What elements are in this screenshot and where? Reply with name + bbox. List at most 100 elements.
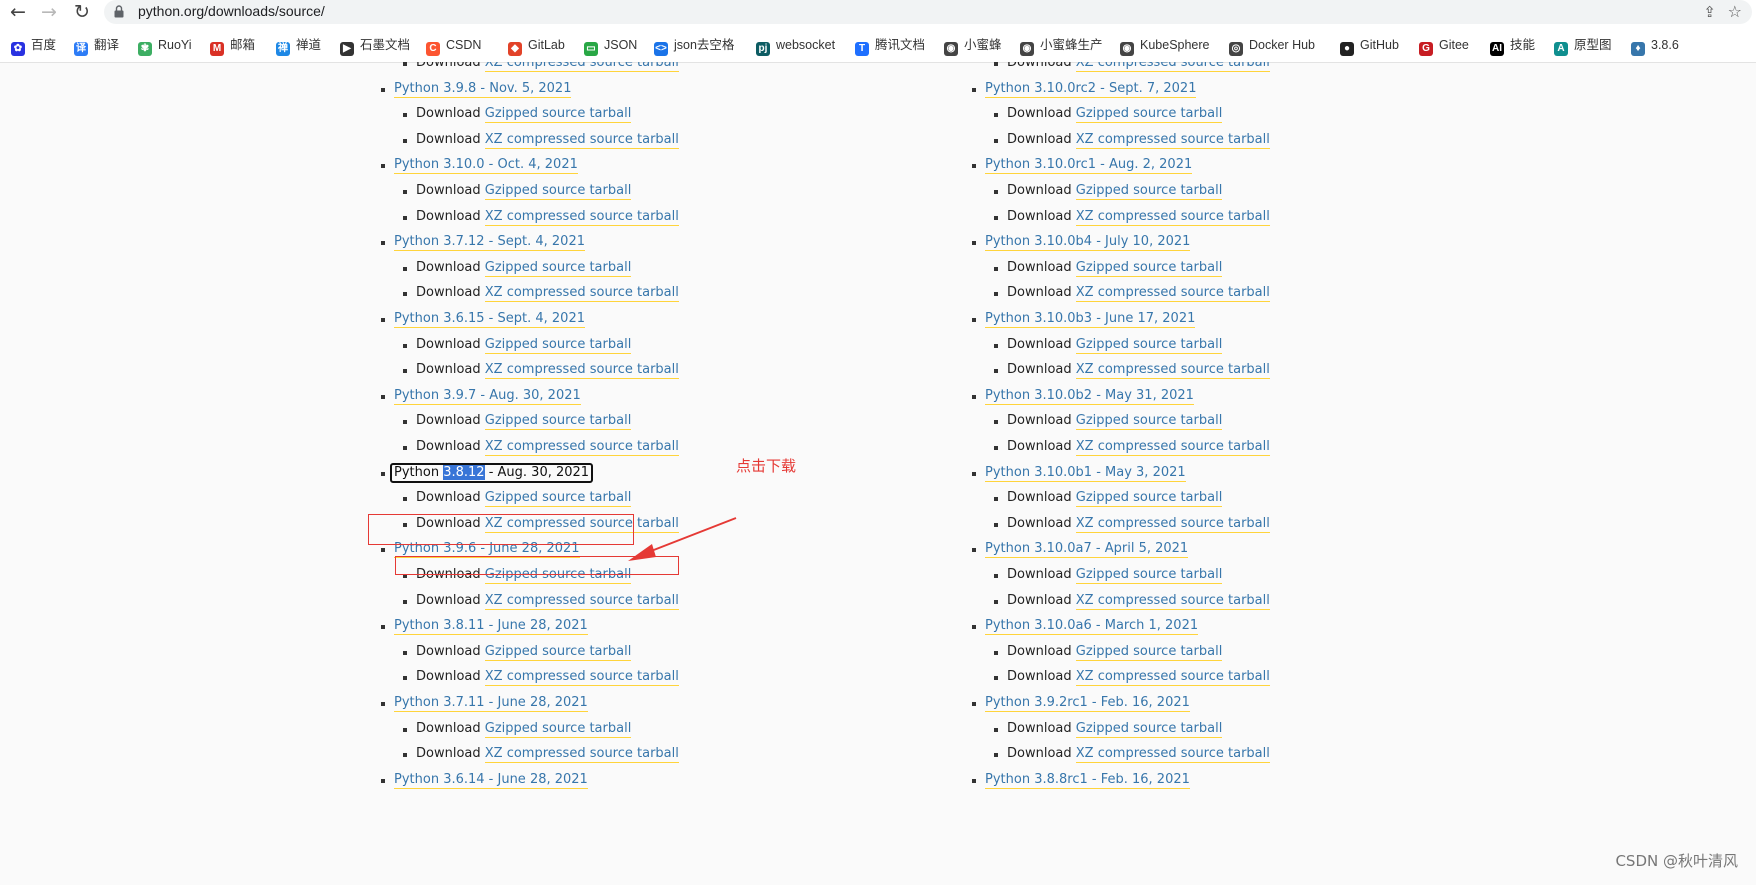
- download-label: Download: [416, 490, 481, 505]
- bookmark-item[interactable]: ◉ 小蜜蜂生产: [1020, 36, 1103, 56]
- download-item: Download XZ compressed source tarball: [972, 437, 1270, 457]
- bookmark-item[interactable]: ◉ KubeSphere: [1120, 36, 1210, 56]
- bookmark-item[interactable]: ▭ JSON: [584, 36, 637, 56]
- gzipped-tarball-link[interactable]: Gzipped source tarball: [484, 721, 632, 738]
- xz-tarball-link[interactable]: XZ compressed source tarball: [1075, 62, 1270, 72]
- forward-arrow-icon[interactable]: →: [38, 1, 60, 23]
- bookmark-item[interactable]: A 原型图: [1554, 36, 1612, 56]
- bookmark-item[interactable]: <> json去空格: [654, 36, 734, 56]
- bookmark-item[interactable]: pj websocket: [756, 36, 835, 56]
- gzipped-tarball-link[interactable]: Gzipped source tarball: [484, 106, 632, 123]
- xz-tarball-link[interactable]: XZ compressed source tarball: [1075, 746, 1270, 763]
- list-bullet: [972, 779, 976, 783]
- release-link[interactable]: Python 3.9.2rc1 - Feb. 16, 2021: [985, 695, 1190, 712]
- xz-tarball-link[interactable]: XZ compressed source tarball: [1075, 669, 1270, 686]
- xz-tarball-link[interactable]: XZ compressed source tarball: [484, 362, 679, 379]
- list-bullet: [994, 344, 998, 348]
- bookmark-item[interactable]: M 邮箱: [210, 36, 255, 56]
- release-link[interactable]: Python 3.8.11 - June 28, 2021: [394, 618, 588, 635]
- bookmark-item[interactable]: AI 技能: [1490, 36, 1535, 56]
- reload-icon[interactable]: ↻: [71, 1, 93, 23]
- back-arrow-icon[interactable]: ←: [7, 1, 29, 23]
- gzipped-tarball-link[interactable]: Gzipped source tarball: [484, 183, 632, 200]
- xz-tarball-link[interactable]: XZ compressed source tarball: [1075, 362, 1270, 379]
- xz-tarball-link[interactable]: XZ compressed source tarball: [484, 209, 679, 226]
- bookmark-item[interactable]: ◎ Docker Hub: [1229, 36, 1315, 56]
- release-link[interactable]: Python 3.10.0rc2 - Sept. 7, 2021: [985, 81, 1197, 98]
- list-bullet: [381, 88, 385, 92]
- xz-tarball-link[interactable]: XZ compressed source tarball: [484, 746, 679, 763]
- bookmark-label: 小蜜蜂: [964, 38, 1002, 52]
- xz-tarball-link[interactable]: XZ compressed source tarball: [1075, 209, 1270, 226]
- gzipped-tarball-link[interactable]: Gzipped source tarball: [484, 337, 632, 354]
- bookmark-label: 禅道: [296, 38, 322, 52]
- bookmark-item[interactable]: T 腾讯文档: [855, 36, 925, 56]
- gzipped-tarball-link[interactable]: Gzipped source tarball: [484, 490, 632, 507]
- bookmark-item[interactable]: ▶ 石墨文档: [340, 36, 410, 56]
- release-link[interactable]: Python 3.10.0a6 - March 1, 2021: [985, 618, 1199, 635]
- xz-tarball-link[interactable]: XZ compressed source tarball: [484, 285, 679, 302]
- release-link[interactable]: Python 3.10.0rc1 - Aug. 2, 2021: [985, 157, 1193, 174]
- gzipped-tarball-link[interactable]: Gzipped source tarball: [1075, 721, 1223, 738]
- bookmark-item[interactable]: ◉ 小蜜蜂: [944, 36, 1002, 56]
- xz-tarball-link[interactable]: XZ compressed source tarball: [484, 593, 679, 610]
- gzipped-tarball-link[interactable]: Gzipped source tarball: [1075, 413, 1223, 430]
- release-link[interactable]: Python 3.10.0b2 - May 31, 2021: [985, 388, 1194, 405]
- bookmark-item[interactable]: ◆ GitLab: [508, 36, 565, 56]
- release-link[interactable]: Python 3.10.0b3 - June 17, 2021: [985, 311, 1196, 328]
- gzipped-tarball-link[interactable]: Gzipped source tarball: [1075, 183, 1223, 200]
- gzipped-tarball-link[interactable]: Gzipped source tarball: [1075, 260, 1223, 277]
- release-link[interactable]: Python 3.7.12 - Sept. 4, 2021: [394, 234, 585, 251]
- release-link[interactable]: Python 3.9.8 - Nov. 5, 2021: [394, 81, 572, 98]
- gzipped-tarball-link[interactable]: Gzipped source tarball: [1075, 644, 1223, 661]
- release-link[interactable]: Python 3.6.15 - Sept. 4, 2021: [394, 311, 585, 328]
- release-link[interactable]: Python 3.7.11 - June 28, 2021: [394, 695, 588, 712]
- bookmark-item[interactable]: ● GitHub: [1340, 36, 1399, 56]
- release-link[interactable]: Python 3.10.0 - Oct. 4, 2021: [394, 157, 578, 174]
- xz-tarball-link[interactable]: XZ compressed source tarball: [484, 669, 679, 686]
- gzipped-tarball-link[interactable]: Gzipped source tarball: [484, 644, 632, 661]
- bookmark-item[interactable]: C CSDN: [426, 36, 481, 56]
- download-label: Download: [1007, 260, 1072, 275]
- xz-tarball-link[interactable]: XZ compressed source tarball: [1075, 285, 1270, 302]
- xz-tarball-link[interactable]: XZ compressed source tarball: [1075, 516, 1270, 533]
- xz-tarball-link[interactable]: XZ compressed source tarball: [484, 132, 679, 149]
- release-link[interactable]: Python 3.10.0b1 - May 3, 2021: [985, 465, 1186, 482]
- xz-tarball-link[interactable]: XZ compressed source tarball: [484, 439, 679, 456]
- share-icon[interactable]: ⇪: [1703, 3, 1716, 21]
- gzipped-tarball-link[interactable]: Gzipped source tarball: [1075, 106, 1223, 123]
- release-link[interactable]: Python 3.8.8rc1 - Feb. 16, 2021: [985, 772, 1190, 789]
- url-text: python.org/downloads/source/: [138, 3, 325, 19]
- gzipped-tarball-link[interactable]: Gzipped source tarball: [484, 260, 632, 277]
- bookmark-item[interactable]: ✾ RuoYi: [138, 36, 192, 56]
- bookmark-item[interactable]: 译翻译: [74, 36, 119, 56]
- bookmark-item[interactable]: ♦ 3.8.6: [1631, 36, 1679, 56]
- release-link[interactable]: Python 3.6.14 - June 28, 2021: [394, 772, 588, 789]
- bookmark-item[interactable]: 禅禅道: [276, 36, 322, 56]
- xz-tarball-link[interactable]: XZ compressed source tarball: [1075, 439, 1270, 456]
- bookmark-favicon-icon: A: [1554, 42, 1568, 56]
- release-link[interactable]: Python 3.10.0b4 - July 10, 2021: [985, 234, 1191, 251]
- bookmark-item[interactable]: ✿ 百度: [11, 36, 56, 56]
- bookmark-label: GitHub: [1360, 38, 1399, 52]
- xz-tarball-link[interactable]: XZ compressed source tarball: [484, 62, 679, 72]
- release-link[interactable]: Python 3.10.0a7 - April 5, 2021: [985, 541, 1189, 558]
- address-bar[interactable]: python.org/downloads/source/ ⇪ ☆: [104, 0, 1752, 24]
- list-bullet: [381, 241, 385, 245]
- gzipped-tarball-link[interactable]: Gzipped source tarball: [1075, 337, 1223, 354]
- bookmark-favicon-icon: 译: [74, 42, 88, 56]
- download-item: Download Gzipped source tarball: [381, 181, 632, 201]
- gzipped-tarball-link[interactable]: Gzipped source tarball: [484, 413, 632, 430]
- release-link-focused[interactable]: Python 3.8.12 - Aug. 30, 2021: [390, 463, 594, 483]
- bookmark-star-icon[interactable]: ☆: [1728, 2, 1742, 21]
- list-bullet: [994, 139, 998, 143]
- release-link[interactable]: Python 3.9.7 - Aug. 30, 2021: [394, 388, 581, 405]
- bookmark-item[interactable]: G Gitee: [1419, 36, 1469, 56]
- download-item: Download XZ compressed source tarball: [972, 667, 1270, 687]
- gzipped-tarball-link[interactable]: Gzipped source tarball: [1075, 567, 1223, 584]
- xz-tarball-link[interactable]: XZ compressed source tarball: [1075, 593, 1270, 610]
- release-item: Python 3.10.0b2 - May 31, 2021: [972, 386, 1194, 406]
- list-bullet: [403, 216, 407, 220]
- xz-tarball-link[interactable]: XZ compressed source tarball: [1075, 132, 1270, 149]
- gzipped-tarball-link[interactable]: Gzipped source tarball: [1075, 490, 1223, 507]
